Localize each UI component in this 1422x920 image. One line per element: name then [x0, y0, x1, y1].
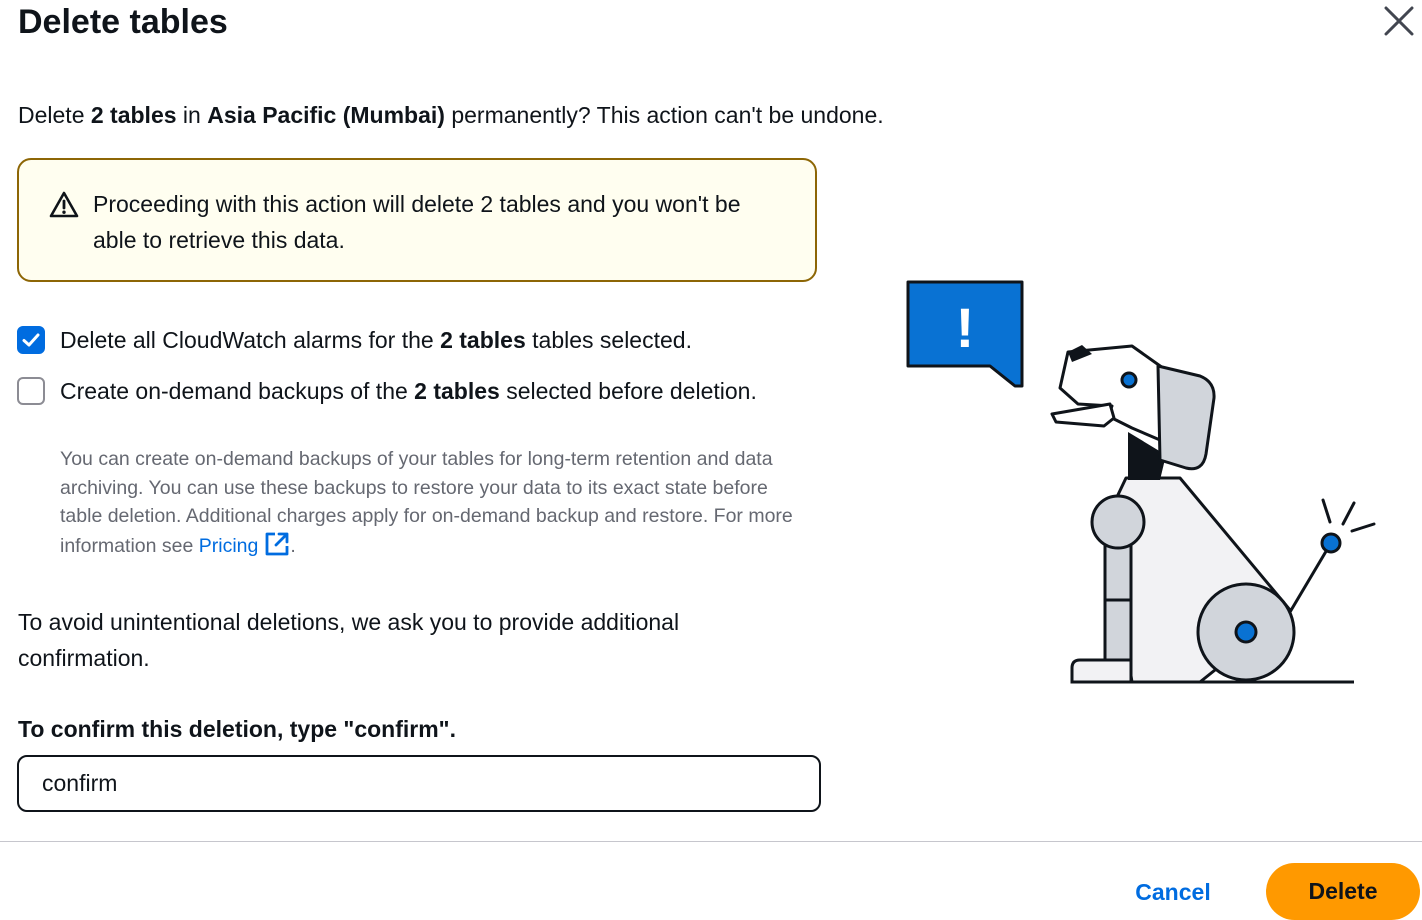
close-icon: [1380, 2, 1418, 40]
cancel-button[interactable]: Cancel: [1118, 868, 1228, 916]
create-backups-checkbox[interactable]: [17, 377, 45, 405]
confirm-field-label: To confirm this deletion, type "confirm"…: [18, 716, 456, 742]
close-button[interactable]: [1380, 2, 1418, 40]
check-icon: [22, 333, 40, 347]
table-count: 2 tables: [90, 102, 177, 128]
backups-description: You can create on-demand backups of your…: [60, 448, 793, 557]
intro-text: Delete 2 tables in Asia Pacific (Mumbai)…: [18, 102, 884, 128]
confirmation-note: To avoid unintentional deletions, we ask…: [18, 609, 680, 671]
alert-bubble-glyph: !: [956, 296, 975, 359]
delete-button[interactable]: Delete: [1266, 863, 1420, 920]
warning-triangle-icon: [49, 190, 79, 220]
robot-dog-alert-illustration: !: [900, 275, 1380, 695]
footer-divider: [0, 841, 1422, 842]
warning-text: Proceeding with this action will delete …: [93, 191, 741, 253]
pricing-link[interactable]: Pricing: [199, 535, 259, 557]
region-name: Asia Pacific (Mumbai): [207, 102, 445, 128]
delete-alarms-checkbox[interactable]: [17, 326, 45, 354]
delete-alarms-label[interactable]: Delete all CloudWatch alarms for the 2 t…: [60, 322, 780, 358]
create-backups-label[interactable]: Create on-demand backups of the 2 tables…: [60, 373, 780, 409]
warning-alert: Proceeding with this action will delete …: [17, 158, 817, 282]
delete-tables-dialog: Delete tables Delete 2 tables in Asia Pa…: [0, 0, 1422, 920]
confirm-input[interactable]: [17, 755, 821, 812]
external-link-icon[interactable]: [264, 531, 290, 557]
dialog-title: Delete tables: [18, 3, 228, 41]
